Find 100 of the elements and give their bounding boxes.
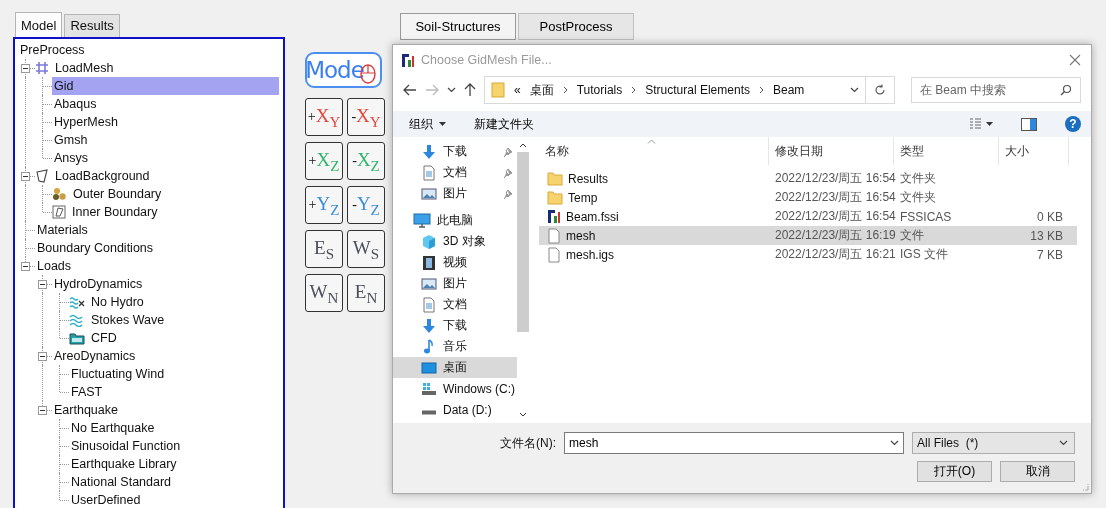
file-row[interactable]: mesh 2022/12/23/周五 16:19 文件 13 KB — [539, 226, 1077, 245]
nav-item[interactable]: 视频 — [393, 252, 517, 273]
filename-field[interactable]: mesh — [564, 432, 904, 454]
tree-item[interactable]: Sinusoidal Function — [69, 437, 183, 455]
nav-item[interactable]: 文档 — [393, 294, 517, 315]
column-header[interactable]: 名称 — [539, 137, 769, 165]
tree-item[interactable]: Boundary Conditions — [35, 239, 156, 257]
breadcrumb-overflow[interactable]: « — [514, 83, 521, 97]
collapse-icon[interactable] — [38, 406, 47, 415]
sort-icon — [647, 139, 656, 144]
table-cell-text: 文件夹 — [899, 189, 937, 206]
table-cell-text: 2022/12/23/周五 16:19 — [774, 227, 894, 244]
tree-item[interactable]: Gid — [52, 77, 279, 95]
collapse-icon[interactable] — [38, 352, 47, 361]
scrollbar-thumb[interactable] — [517, 152, 529, 332]
dialog-button[interactable]: 取消 — [1000, 461, 1075, 482]
search-icon — [1060, 84, 1072, 96]
tree-item[interactable]: Stokes Wave — [89, 311, 167, 329]
tree-item[interactable]: National Standard — [69, 473, 174, 491]
collapse-icon[interactable] — [21, 64, 30, 73]
close-icon[interactable] — [1069, 54, 1081, 66]
tree-item[interactable]: HyperMesh — [52, 113, 120, 131]
tree-item[interactable]: Outer Boundary — [71, 185, 164, 203]
tree-item[interactable]: HydroDynamics — [52, 275, 145, 293]
tree-item[interactable]: LoadMesh — [53, 59, 116, 77]
help-button[interactable]: ? — [1065, 116, 1081, 132]
nav-item[interactable]: 3D 对象 — [393, 231, 517, 252]
table-cell-text: FSSICAS — [899, 209, 953, 224]
tab[interactable]: Results — [64, 14, 120, 37]
folder-icon — [547, 171, 563, 186]
view-options-icon[interactable] — [969, 118, 993, 130]
file-name: mesh — [566, 228, 596, 243]
breadcrumb[interactable]: Beam — [773, 83, 805, 97]
cube-icon — [421, 233, 437, 250]
dialog-button[interactable]: 打开(O) — [917, 461, 992, 482]
search-field[interactable]: 在 Beam 中搜索 — [911, 77, 1081, 103]
scroll-down-icon[interactable] — [519, 412, 527, 417]
column-header[interactable]: 修改日期 — [769, 137, 894, 165]
nav-item[interactable]: 图片 — [393, 273, 517, 294]
file-row[interactable]: Temp 2022/12/23/周五 16:54 文件夹 — [539, 188, 1077, 207]
tree-item[interactable]: UserDefined — [69, 491, 143, 508]
column-header[interactable]: 类型 — [894, 137, 999, 165]
tree-item[interactable]: FAST — [69, 383, 105, 401]
nav-item[interactable]: 此电脑 — [393, 210, 517, 231]
resize-grip-icon[interactable] — [1081, 483, 1089, 491]
breadcrumb[interactable]: Tutorials — [576, 83, 623, 97]
tree-item[interactable]: Loads — [35, 257, 74, 275]
document-icon — [421, 164, 437, 181]
preview-pane-icon[interactable] — [1021, 117, 1037, 131]
tree-item[interactable]: No Earthquake — [69, 419, 157, 437]
collapse-icon[interactable] — [21, 262, 30, 271]
tree-item[interactable]: LoadBackground — [53, 167, 152, 185]
tree-item[interactable]: CFD — [89, 329, 119, 347]
tree-item[interactable]: No Hydro — [89, 293, 146, 311]
table-cell-text: 2022/12/23/周五 16:54 — [774, 208, 894, 225]
new-folder-button[interactable]: 新建文件夹 — [474, 115, 534, 133]
collapse-icon[interactable] — [38, 280, 47, 289]
file-name: Beam.fssi — [566, 209, 619, 224]
grid-icon — [35, 61, 49, 75]
tree-item[interactable]: Abaqus — [52, 95, 99, 113]
nav-item[interactable]: 图片 — [393, 183, 517, 204]
tab[interactable]: Soil-Structures — [400, 13, 516, 40]
boundary-icon — [52, 205, 66, 219]
tree-item[interactable]: Materials — [35, 221, 90, 239]
app-icon — [547, 209, 561, 224]
file-row[interactable]: mesh.igs 2022/12/23/周五 16:21 IGS 文件 7 KB — [539, 245, 1077, 264]
tab[interactable]: Model — [15, 12, 63, 37]
nav-item[interactable]: 文档 — [393, 162, 517, 183]
nav-item[interactable]: 下载 — [393, 141, 517, 162]
refresh-icon[interactable] — [874, 84, 886, 96]
collapse-icon[interactable] — [21, 172, 30, 181]
download-icon — [421, 143, 437, 160]
column-header[interactable]: 大小 — [999, 137, 1069, 165]
breadcrumb[interactable]: Structural Elements — [645, 83, 750, 97]
nav-item[interactable]: 下载 — [393, 315, 517, 336]
nav-item[interactable]: Data (D:) — [393, 399, 517, 420]
up-icon[interactable] — [464, 83, 476, 97]
tree-item[interactable]: AreoDynamics — [52, 347, 138, 365]
tree-item[interactable]: Gmsh — [52, 131, 90, 149]
organize-menu[interactable]: 组织 — [409, 115, 446, 133]
tree-item[interactable]: Ansys — [52, 149, 91, 167]
nav-item[interactable]: Windows (C:) — [393, 378, 517, 399]
file-icon — [547, 227, 561, 244]
table-cell-text: 7 KB — [1036, 247, 1064, 262]
nav-item[interactable]: 音乐 — [393, 336, 517, 357]
tree-item[interactable]: Earthquake Library — [69, 455, 179, 473]
tab[interactable]: PostProcess — [518, 13, 634, 40]
nav-item[interactable]: 桌面 — [393, 357, 517, 378]
tree-item[interactable]: Inner Boundary — [70, 203, 160, 221]
file-row[interactable]: Results 2022/12/23/周五 16:54 文件夹 — [539, 169, 1077, 188]
file-row[interactable]: Beam.fssi 2022/12/23/周五 16:54 FSSICAS 0 KB — [539, 207, 1077, 226]
breadcrumb[interactable]: 桌面 — [529, 81, 554, 99]
scroll-up-icon[interactable] — [519, 143, 527, 148]
address-bar[interactable]: « 桌面 Tutorials Structural Elements Beam — [484, 76, 866, 104]
wave-icon — [69, 313, 85, 327]
tree-item[interactable]: PreProcess — [18, 41, 87, 59]
file-type-dropdown[interactable]: All Files (*) — [912, 432, 1075, 454]
tree-item[interactable]: Earthquake — [52, 401, 120, 419]
back-icon[interactable] — [403, 84, 417, 96]
tree-item[interactable]: Fluctuating Wind — [69, 365, 167, 383]
